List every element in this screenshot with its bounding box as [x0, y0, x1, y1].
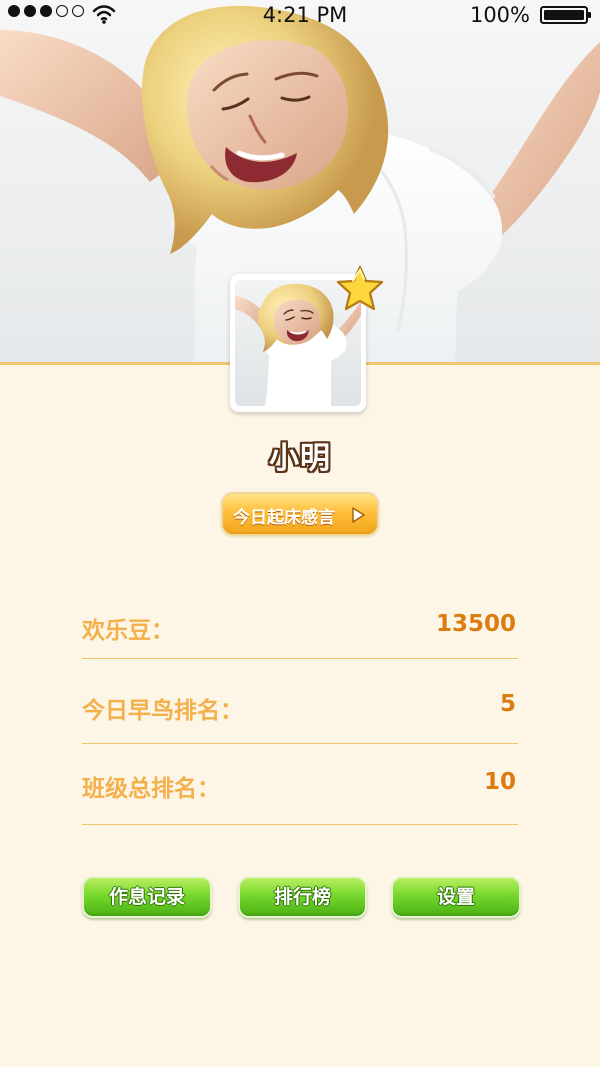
class-rank-label: 班级总排名：	[82, 776, 220, 802]
early-bird-rank-label: 今日早鸟排名：	[82, 698, 243, 724]
status-bar: 4:21 PM 100%	[0, 0, 600, 30]
schedule-record-button[interactable]: 作息记录	[82, 876, 212, 918]
stats-divider	[82, 658, 518, 659]
profile-screen: 4:21 PM 100% 小明 今日起床感言 欢乐豆： 13500 今日早鸟排名…	[0, 0, 600, 1067]
class-rank-row: 班级总排名： 10	[82, 758, 518, 808]
settings-button[interactable]: 设置	[391, 876, 521, 918]
signal-dots-icon	[8, 5, 84, 17]
battery-percentage: 100%	[469, 3, 530, 27]
wake-message-button[interactable]: 今日起床感言	[221, 492, 379, 536]
signal-dot-empty-icon	[72, 5, 84, 17]
stats-divider	[82, 743, 518, 744]
status-time: 4:21 PM	[262, 3, 348, 27]
signal-dot-empty-icon	[56, 5, 68, 17]
signal-dot-icon	[40, 5, 52, 17]
joy-beans-label: 欢乐豆：	[82, 618, 174, 644]
wifi-icon	[92, 5, 116, 24]
user-name: 小明	[269, 441, 331, 476]
battery-full-icon	[540, 6, 591, 24]
joy-beans-row: 欢乐豆： 13500	[82, 600, 518, 650]
signal-dot-icon	[8, 5, 20, 17]
leaderboard-button[interactable]: 排行榜	[238, 876, 367, 918]
schedule-record-label: 作息记录	[108, 886, 185, 908]
early-bird-rank-value: 5	[499, 691, 516, 717]
settings-label: 设置	[436, 886, 475, 908]
stats-divider	[82, 824, 518, 825]
class-rank-value: 10	[483, 769, 516, 795]
joy-beans-value: 13500	[435, 611, 516, 637]
signal-dot-icon	[24, 5, 36, 17]
leaderboard-label: 排行榜	[273, 886, 331, 908]
play-icon	[352, 507, 365, 523]
star-icon	[336, 265, 384, 311]
early-bird-rank-row: 今日早鸟排名： 5	[82, 680, 518, 730]
wake-message-label: 今日起床感言	[233, 508, 335, 528]
